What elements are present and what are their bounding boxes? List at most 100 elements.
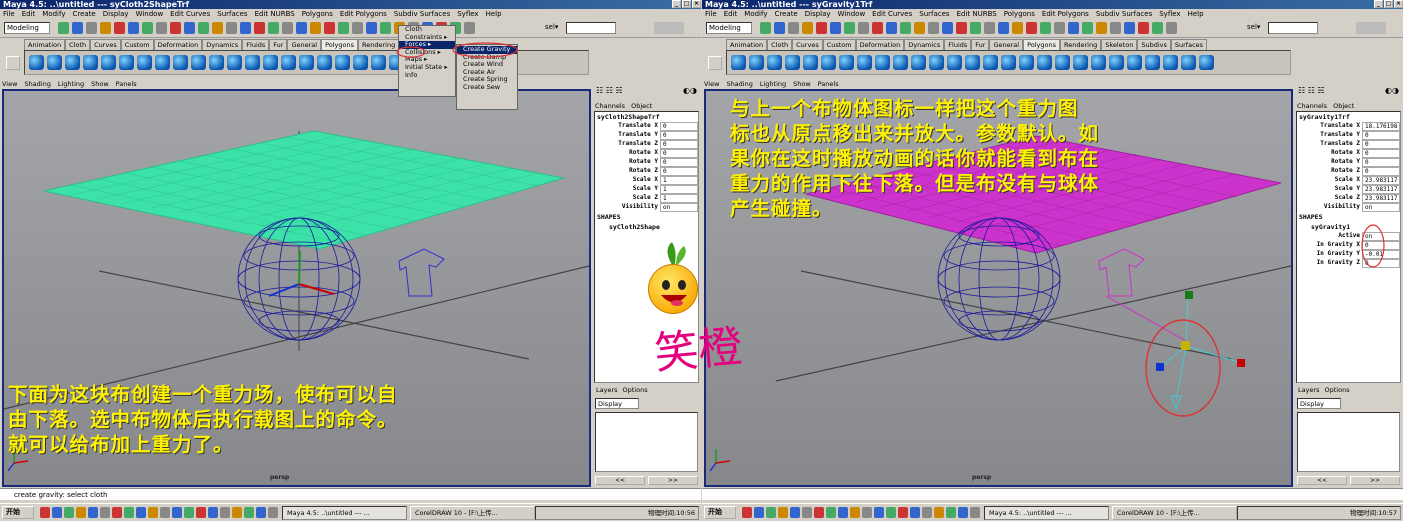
- quick-launch-icon[interactable]: [802, 507, 812, 518]
- menu-subdiv-surfaces[interactable]: Subdiv Surfaces: [1096, 9, 1152, 19]
- close-button[interactable]: ×: [692, 0, 701, 8]
- menu-file[interactable]: File: [705, 9, 717, 19]
- status-line-icon[interactable]: [1054, 22, 1065, 34]
- shelf-tool-icon[interactable]: [965, 55, 980, 70]
- layout-icon[interactable]: ☷ ☷ ☵: [1298, 86, 1325, 95]
- quick-launch-icon[interactable]: [172, 507, 182, 518]
- shelf-tool-icon[interactable]: [101, 55, 116, 70]
- channel-value-field[interactable]: 0: [660, 122, 698, 131]
- scroll-left-button[interactable]: <<: [1297, 476, 1347, 485]
- menu-surfaces[interactable]: Surfaces: [217, 9, 247, 19]
- panel-menu-lighting[interactable]: Lighting: [58, 79, 84, 89]
- channel-value-field[interactable]: 1: [660, 194, 698, 203]
- menu-edit-nurbs[interactable]: Edit NURBS: [255, 9, 295, 19]
- status-line-icon[interactable]: [254, 22, 265, 34]
- tab-object[interactable]: Object: [631, 101, 652, 111]
- task-coreldraw[interactable]: CorelDRAW 10 - [F:\上传...: [1112, 506, 1237, 520]
- shelf-tab-fur[interactable]: Fur: [269, 39, 288, 50]
- quick-launch-icon[interactable]: [196, 507, 206, 518]
- tool-icons[interactable]: [1356, 22, 1386, 34]
- shelf-tool-icon[interactable]: [731, 55, 746, 70]
- shelf-tool-icon[interactable]: [893, 55, 908, 70]
- shelf-tool-icon[interactable]: [929, 55, 944, 70]
- status-line-icon[interactable]: [310, 22, 321, 34]
- menu-edit[interactable]: Edit: [724, 9, 738, 19]
- quick-launch-icon[interactable]: [850, 507, 860, 518]
- quick-launch-icon[interactable]: [64, 507, 74, 518]
- status-line-icon[interactable]: [296, 22, 307, 34]
- shelf-tool-icon[interactable]: [1019, 55, 1034, 70]
- status-line-icon[interactable]: [268, 22, 279, 34]
- menu-edit-nurbs[interactable]: Edit NURBS: [957, 9, 997, 19]
- quick-launch-icon[interactable]: [838, 507, 848, 518]
- layer-type-select[interactable]: Display: [1297, 398, 1341, 409]
- channel-value-field[interactable]: on: [1362, 203, 1400, 212]
- shelf-tab-cloth[interactable]: Cloth: [65, 39, 91, 50]
- channel-value-field[interactable]: 0: [660, 140, 698, 149]
- quick-launch-icon[interactable]: [778, 507, 788, 518]
- menu-create[interactable]: Create: [72, 9, 95, 19]
- shelf-tab-subdivs[interactable]: Subdivs: [1137, 39, 1171, 50]
- status-line-icon[interactable]: [830, 22, 841, 34]
- quick-launch-icon[interactable]: [268, 507, 278, 518]
- menu-edit[interactable]: Edit: [22, 9, 36, 19]
- shelf-tool-icon[interactable]: [137, 55, 152, 70]
- channel-value-field[interactable]: 1: [660, 176, 698, 185]
- shelf-tool-icon[interactable]: [245, 55, 260, 70]
- quick-launch-icon[interactable]: [112, 507, 122, 518]
- channel-value-field[interactable]: 0: [1362, 140, 1400, 149]
- shelf-tool-icon[interactable]: [209, 55, 224, 70]
- shelf-tab-deformation[interactable]: Deformation: [153, 39, 203, 50]
- options-menu-item[interactable]: Options: [1325, 386, 1350, 395]
- shirt-outline[interactable]: [398, 248, 445, 297]
- status-line-icon[interactable]: [984, 22, 995, 34]
- quick-launch-icon[interactable]: [160, 507, 170, 518]
- menu-help[interactable]: Help: [486, 9, 502, 19]
- status-line-icon[interactable]: [802, 22, 813, 34]
- quick-launch-icon[interactable]: [136, 507, 146, 518]
- channel-value-field[interactable]: 0: [660, 167, 698, 176]
- shelf-tab-animation[interactable]: Animation: [726, 39, 768, 50]
- mode-select[interactable]: Modeling: [706, 22, 752, 34]
- quick-launch-icon[interactable]: [874, 507, 884, 518]
- shelf-tool-icon[interactable]: [785, 55, 800, 70]
- quick-launch-icon[interactable]: [76, 507, 86, 518]
- panel-menu-view[interactable]: View: [704, 79, 719, 89]
- status-line-icon[interactable]: [1096, 22, 1107, 34]
- menu-subdiv-surfaces[interactable]: Subdiv Surfaces: [394, 9, 450, 19]
- menu-window[interactable]: Window: [136, 9, 164, 19]
- shelf-tool-icon[interactable]: [839, 55, 854, 70]
- shelf-tab-curves[interactable]: Curves: [792, 39, 823, 50]
- channel-value-field[interactable]: 0: [1362, 158, 1400, 167]
- quick-launch-icon[interactable]: [184, 507, 194, 518]
- status-line-icon[interactable]: [760, 22, 771, 34]
- shelf-tool-icon[interactable]: [1109, 55, 1124, 70]
- shelf-tab-fluids[interactable]: Fluids: [944, 39, 972, 50]
- shelf-menu-button[interactable]: [708, 56, 722, 70]
- menu-help[interactable]: Help: [1188, 9, 1204, 19]
- minimize-button[interactable]: _: [1374, 0, 1383, 8]
- status-line-icon[interactable]: [1082, 22, 1093, 34]
- shelf-tab-dynamics[interactable]: Dynamics: [202, 39, 243, 50]
- status-line-icon[interactable]: [886, 22, 897, 34]
- shelf-tool-icon[interactable]: [947, 55, 962, 70]
- tool-icons[interactable]: [654, 22, 684, 34]
- quick-launch-icon[interactable]: [898, 507, 908, 518]
- status-line-icon[interactable]: [844, 22, 855, 34]
- menu-polygons[interactable]: Polygons: [1004, 9, 1035, 19]
- gravity-field-icon[interactable]: [1156, 291, 1245, 411]
- menu-edit-curves[interactable]: Edit Curves: [872, 9, 912, 19]
- shelf-tool-icon[interactable]: [83, 55, 98, 70]
- shelf-tool-icon[interactable]: [317, 55, 332, 70]
- status-line-icon[interactable]: [928, 22, 939, 34]
- layers-menu-item[interactable]: Layers: [1298, 386, 1320, 395]
- shelf-tool-icon[interactable]: [191, 55, 206, 70]
- status-line-icon[interactable]: [956, 22, 967, 34]
- menu-file[interactable]: File: [3, 9, 15, 19]
- shelf-tab-polygons[interactable]: Polygons: [321, 39, 359, 50]
- sel-input[interactable]: [566, 22, 616, 34]
- status-line-icon[interactable]: [914, 22, 925, 34]
- status-line-icon[interactable]: [100, 22, 111, 34]
- maximize-button[interactable]: □: [1384, 0, 1393, 8]
- status-line-icon[interactable]: [184, 22, 195, 34]
